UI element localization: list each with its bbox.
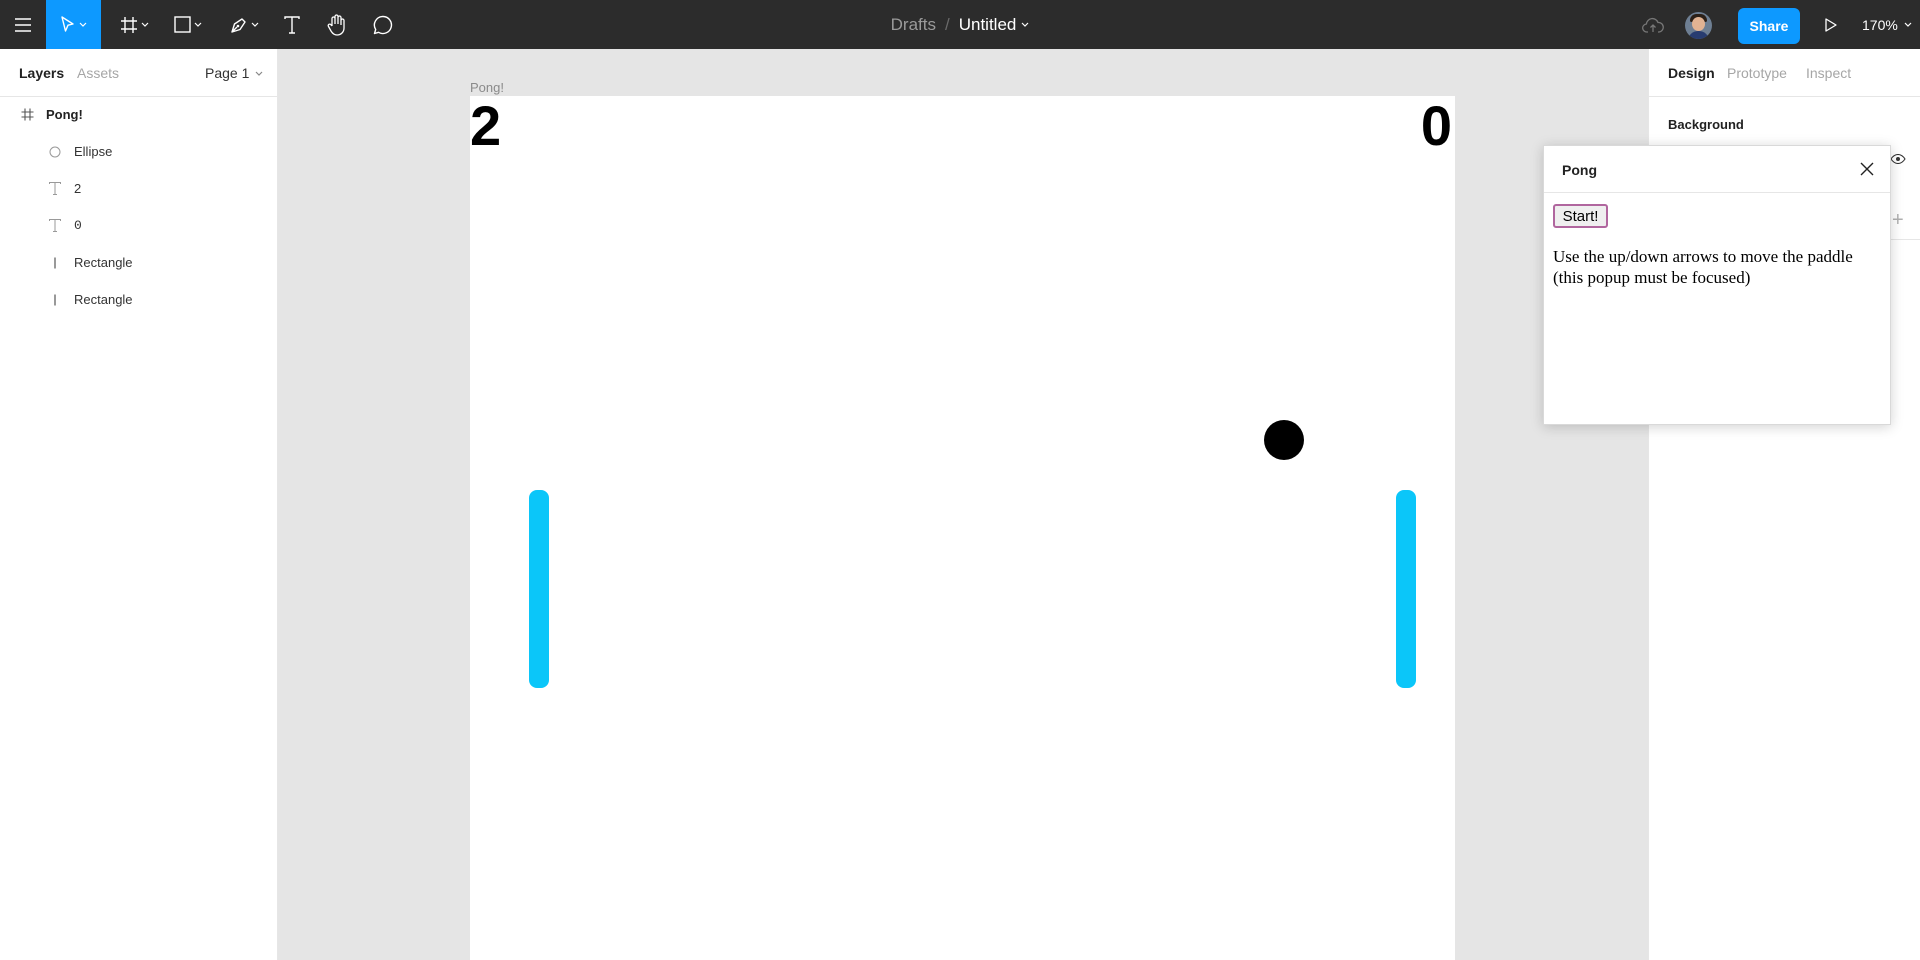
hand-tool-icon [327,13,345,36]
layer-item-ellipse[interactable]: Ellipse [0,133,278,170]
popup-header: Pong [1544,146,1890,193]
shape-tool-icon [174,16,191,33]
breadcrumb-separator: / [944,14,950,34]
add-icon[interactable]: + [1892,210,1904,230]
zoom-level: 170% [1862,16,1898,33]
pen-tool-icon [230,17,246,33]
background-heading: Background [1668,117,1744,132]
menu-icon[interactable] [0,0,46,49]
hand-tool-button[interactable] [324,0,350,49]
shape-tool-button[interactable] [166,0,210,49]
frame-label[interactable]: Pong! [470,80,504,95]
layer-item-rectangle[interactable]: Rectangle [0,244,278,281]
share-button[interactable]: Share [1738,8,1800,44]
text-tool-icon [284,15,300,34]
rectangle-icon [47,255,63,271]
layer-name: Pong! [46,107,83,122]
layer-item-rectangle[interactable]: Rectangle [0,281,278,318]
comment-tool-icon [373,15,393,34]
text-tool-button[interactable] [280,0,304,49]
move-tool-icon [61,15,74,32]
layer-name: 0 [74,218,82,233]
layer-name: Rectangle [74,255,133,270]
eye-icon[interactable] [1890,151,1906,169]
tab-design[interactable]: Design [1668,65,1715,81]
left-paddle[interactable] [529,490,549,688]
left-panel-tabs: Layers Assets Page 1 [0,49,278,97]
upload-cloud-icon[interactable] [1641,0,1665,49]
breadcrumb-drafts[interactable]: Drafts [891,15,936,35]
file-name[interactable]: Untitled [959,15,1017,35]
rectangle-icon [47,292,63,308]
ball[interactable] [1264,420,1304,460]
pen-tool-button[interactable] [222,0,266,49]
close-icon[interactable] [1857,159,1877,179]
frame-tool-icon [120,16,137,33]
text-icon [47,218,63,234]
chevron-down-icon [1904,22,1912,27]
layer-name: Rectangle [74,292,133,307]
chevron-down-icon [255,71,263,76]
tab-layers[interactable]: Layers [19,65,64,81]
layers-panel: Layers Assets Page 1 Pong! Ellipse 2 0 R… [0,49,278,960]
chevron-down-icon[interactable] [1021,22,1029,27]
divider [1649,96,1920,97]
chevron-down-icon [79,22,87,27]
instructions-text: Use the up/down arrows to move the paddl… [1553,247,1853,287]
tab-assets[interactable]: Assets [77,65,119,81]
layer-item-text-0[interactable]: 0 [0,207,278,244]
chevron-down-icon [194,22,202,27]
pong-frame[interactable]: 2 0 [470,96,1455,960]
frame-icon [19,107,35,123]
avatar[interactable] [1685,12,1712,39]
layer-name: 2 [74,181,82,196]
layer-name: Ellipse [74,144,113,159]
chevron-down-icon [141,22,148,27]
text-icon [47,181,63,197]
start-button[interactable]: Start! [1553,204,1608,228]
popup-title: Pong [1562,162,1597,178]
ellipse-icon [47,144,63,160]
tab-inspect[interactable]: Inspect [1806,65,1851,81]
top-toolbar: Drafts / Untitled Share 170% [0,0,1920,49]
chevron-down-icon [251,22,258,27]
page-label: Page 1 [205,65,250,81]
frame-tool-button[interactable] [112,0,156,49]
tab-prototype[interactable]: Prototype [1727,65,1787,81]
page-selector[interactable]: Page 1 [205,65,263,81]
layer-item-pong-frame[interactable]: Pong! [0,96,278,133]
score-right[interactable]: 0 [1421,98,1452,154]
zoom-dropdown[interactable]: 170% [1862,0,1912,49]
layer-item-text-2[interactable]: 2 [0,170,278,207]
comment-tool-button[interactable] [371,0,395,49]
present-play-icon[interactable] [1820,0,1842,49]
right-paddle[interactable] [1396,490,1416,688]
plugin-popup: Pong Start! Use the up/down arrows to mo… [1543,145,1891,425]
move-tool-button[interactable] [46,0,101,49]
score-left[interactable]: 2 [470,98,501,154]
